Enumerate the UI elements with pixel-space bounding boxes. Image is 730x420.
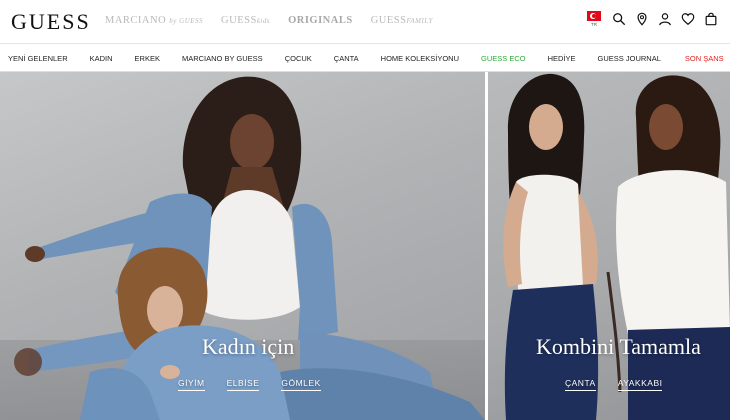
nav-item-journal[interactable]: GUESS JOURNAL <box>598 54 661 63</box>
hero-women-banner[interactable]: Kadın için GİYİM ELBİSE GÖMLEK <box>0 72 485 420</box>
flag-icon <box>587 11 601 21</box>
country-selector[interactable]: TR <box>585 11 603 27</box>
nav-item-bags[interactable]: ÇANTA <box>334 54 359 63</box>
nav-item-gift[interactable]: HEDİYE <box>548 54 576 63</box>
top-header: GUESS MARCIANO by GUESS GUESSkids ORIGIN… <box>0 0 730 44</box>
brand-links: MARCIANO by GUESS GUESSkids ORIGINALS GU… <box>105 15 433 26</box>
nav-item-home-collection[interactable]: HOME KOLEKSİYONU <box>381 54 459 63</box>
hero-outfit-photo <box>503 73 730 420</box>
brand-originals-link[interactable]: ORIGINALS <box>288 15 353 26</box>
hero-women-photo <box>0 76 485 420</box>
hero-outfit-banner[interactable]: Kombini Tamamla ÇANTA AYAKKABI <box>488 72 730 420</box>
nav-item-women[interactable]: KADIN <box>90 54 113 63</box>
brand-kids-main: GUESS <box>221 15 257 26</box>
hero-link-clothing[interactable]: GİYİM <box>178 378 205 391</box>
hero-outfit-title: Kombini Tamamla <box>536 334 701 359</box>
brand-family-sub: FAMILY <box>406 17 433 25</box>
brand-kids-link[interactable]: GUESSkids <box>221 15 270 26</box>
hero-women-title: Kadın için <box>202 334 295 359</box>
nav-item-kids[interactable]: ÇOCUK <box>285 54 312 63</box>
hero-link-dress[interactable]: ELBİSE <box>226 378 260 391</box>
account-icon[interactable] <box>658 12 672 26</box>
header-icons: TR <box>585 11 718 27</box>
hero-link-shoes[interactable]: AYAKKABI <box>617 378 663 391</box>
hero-women-links: GİYİM ELBİSE GÖMLEK <box>178 378 321 391</box>
brand-family-link[interactable]: GUESSFAMILY <box>371 15 433 26</box>
hero-link-shirt[interactable]: GÖMLEK <box>281 378 321 391</box>
nav-item-last-chance[interactable]: SON ŞANS <box>685 54 724 63</box>
brand-marciano-sub: by GUESS <box>169 17 204 25</box>
wishlist-icon[interactable] <box>681 12 695 26</box>
nav-list: YENİ GELENLER KADIN ERKEK MARCIANO BY GU… <box>0 44 730 72</box>
nav-item-marciano[interactable]: MARCIANO BY GUESS <box>182 54 263 63</box>
nav-item-guess-eco[interactable]: GUESS ECO <box>481 54 526 63</box>
location-icon[interactable] <box>635 12 649 26</box>
brand-originals-main: ORIGINALS <box>288 15 353 26</box>
hero-link-bags[interactable]: ÇANTA <box>565 378 596 391</box>
country-code: TR <box>591 22 597 27</box>
bag-icon[interactable] <box>704 12 718 26</box>
brand-marciano-main: MARCIANO <box>105 15 167 26</box>
brand-family-main: GUESS <box>370 15 407 26</box>
brand-kids-sub: kids <box>256 17 271 25</box>
hero-outfit-links: ÇANTA AYAKKABI <box>565 378 663 391</box>
nav-item-new-arrivals[interactable]: YENİ GELENLER <box>8 54 68 63</box>
guess-logo[interactable]: GUESS <box>11 9 91 35</box>
brand-marciano-link[interactable]: MARCIANO by GUESS <box>105 15 203 26</box>
search-icon[interactable] <box>612 12 626 26</box>
main-nav: YENİ GELENLER KADIN ERKEK MARCIANO BY GU… <box>0 44 730 72</box>
nav-item-men[interactable]: ERKEK <box>135 54 160 63</box>
